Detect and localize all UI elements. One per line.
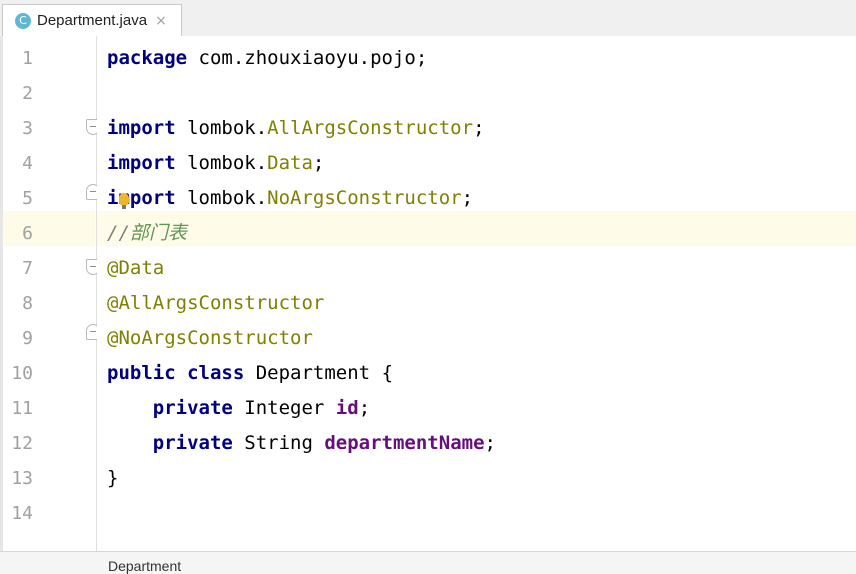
import-class: NoArgsConstructor <box>267 187 462 209</box>
line-number: 2 <box>22 83 33 104</box>
keyword: package <box>107 47 188 69</box>
code-editor[interactable]: package com.zhouxiaoyu.pojo; import lomb… <box>97 36 856 551</box>
keyword: import <box>107 187 176 209</box>
keyword: public <box>107 362 176 384</box>
code-line-13: } <box>107 461 856 496</box>
code-line-6: //部门表 <box>107 216 856 251</box>
line-number: 13 <box>11 468 33 489</box>
comment-text: 部门表 <box>129 222 187 244</box>
keyword: private <box>152 397 233 419</box>
breadcrumb[interactable]: Department <box>108 558 181 574</box>
import-class: Data <box>267 152 313 174</box>
java-class-icon: C <box>15 12 31 29</box>
line-number: 3 <box>22 118 33 139</box>
import-class: AllArgsConstructor <box>267 117 474 139</box>
line-number: 5 <box>22 188 33 209</box>
line-number: 12 <box>11 433 33 454</box>
line-number: 7 <box>22 258 33 279</box>
field-name: id <box>335 397 359 419</box>
line-number: 8 <box>22 293 33 314</box>
breadcrumb-bar: Department <box>0 551 856 574</box>
field-type: Integer <box>232 397 336 419</box>
code-line-10: public class Department { <box>107 356 856 391</box>
code-line-11: private Integer id; <box>107 391 856 426</box>
code-line-9: @NoArgsConstructor <box>107 321 856 356</box>
semicolon: ; <box>312 152 325 174</box>
annotation: @Data <box>107 257 165 279</box>
tab-department-java[interactable]: C Department.java × <box>2 4 182 36</box>
line-number: 9 <box>22 328 33 349</box>
line-number: 1 <box>22 48 33 69</box>
line-number: 11 <box>11 398 33 419</box>
semicolon: ; <box>358 397 371 419</box>
semicolon: ; <box>484 432 496 454</box>
line-number: 10 <box>11 363 33 384</box>
keyword: class <box>187 362 245 384</box>
annotation: @NoArgsConstructor <box>107 327 313 349</box>
code-line-8: @AllArgsConstructor <box>107 286 856 321</box>
keyword: private <box>152 432 233 454</box>
import-package: lombok. <box>175 117 268 139</box>
closing-brace: } <box>107 467 119 489</box>
code-line-4: import lombok.Data; <box>107 146 856 181</box>
line-number: 4 <box>22 153 33 174</box>
class-declaration: Department { <box>244 362 394 384</box>
close-icon[interactable]: × <box>155 13 167 29</box>
line-number: 14 <box>11 503 33 524</box>
semicolon: ; <box>461 187 474 209</box>
field-name: departmentName <box>324 432 485 454</box>
import-package: lombok. <box>175 152 268 174</box>
line-number-gutter[interactable]: 1 2 3 4 5 6 7 8 9 10 11 12 13 14 <box>3 36 97 551</box>
code-line-12: private String departmentName; <box>107 426 856 461</box>
semicolon: ; <box>473 117 485 139</box>
annotation: @AllArgsConstructor <box>107 292 325 314</box>
comment-slashes: // <box>107 222 130 244</box>
field-type: String <box>232 432 325 454</box>
keyword: import <box>107 152 176 174</box>
code-line-7: @Data <box>107 251 856 286</box>
code-line-1: package com.zhouxiaoyu.pojo; <box>107 41 856 76</box>
import-package: lombok. <box>175 187 268 209</box>
code-line-3: import lombok.AllArgsConstructor; <box>107 111 856 146</box>
tab-title: Department.java <box>37 12 148 29</box>
package-name: com.zhouxiaoyu.pojo; <box>187 47 428 69</box>
code-line-5: import lombok.NoArgsConstructor; <box>107 181 856 216</box>
keyword: import <box>107 117 176 139</box>
editor-tab-bar: C Department.java × <box>0 0 856 37</box>
line-number-current: 6 <box>22 223 33 244</box>
bulb-icon[interactable] <box>119 193 129 209</box>
